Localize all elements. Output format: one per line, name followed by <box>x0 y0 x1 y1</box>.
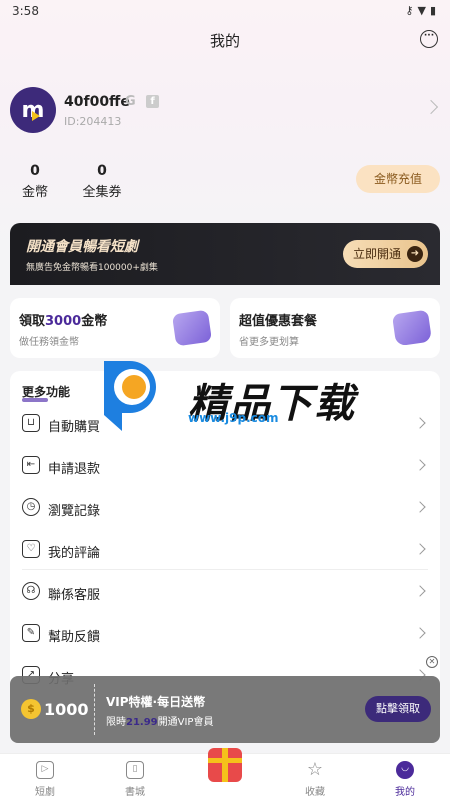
tab-label: 短劇 <box>35 787 55 798</box>
menu-item-label: 瀏覽記錄 <box>48 504 101 519</box>
coins-value: 0 <box>30 163 40 179</box>
status-icons: ⚷▼▮ <box>405 4 440 17</box>
profile-icon: ◡ <box>396 761 414 779</box>
coins-label: 金幣 <box>21 185 48 200</box>
chevron-right-icon <box>414 585 426 597</box>
open-vip-label: 立即開通 <box>353 247 402 261</box>
tab-profile[interactable]: ◡ 我的 <box>360 754 450 801</box>
coin-icon: $ <box>21 699 41 719</box>
menu-item-support[interactable]: ☊ 聯係客服 <box>10 570 440 612</box>
chevron-right-icon <box>414 543 426 555</box>
chevron-right-icon <box>414 627 426 639</box>
facebook-icon: f <box>146 95 159 108</box>
claim-button[interactable]: 點擊領取 <box>365 696 431 722</box>
gift-icon <box>208 748 242 782</box>
message-icon[interactable]: ··· <box>420 30 438 48</box>
arrow-right-icon: ➜ <box>407 246 423 262</box>
tab-short-drama[interactable]: ▷ 短劇 <box>0 754 90 801</box>
tab-label: 我的 <box>395 787 415 798</box>
popup-title: VIP特權·每日送幣 <box>106 695 206 709</box>
play-icon: ▷ <box>36 761 54 779</box>
avatar[interactable]: m <box>10 87 56 133</box>
refund-icon: ⇤ <box>22 456 40 474</box>
tab-label: 收藏 <box>305 787 325 798</box>
popup-price: 21.99 <box>126 717 158 728</box>
cart-icon: ⊔ <box>22 414 40 432</box>
chevron-right-icon <box>414 417 426 429</box>
user-id: ID:204413 <box>64 115 122 128</box>
menu-item-label: 自動購買 <box>48 420 101 435</box>
coins-stat[interactable]: 0 金幣 <box>20 163 50 200</box>
wifi-icon: ▼ <box>417 4 430 17</box>
close-popup-icon[interactable]: ✕ <box>426 656 438 668</box>
page-title: 我的 <box>209 32 240 50</box>
recharge-button[interactable]: 金幣充值 <box>356 165 440 193</box>
tab-favorites[interactable]: ☆ 收藏 <box>270 754 360 801</box>
chevron-right-icon <box>414 501 426 513</box>
key-icon: ⚷ <box>405 4 418 17</box>
comment-icon: ♡ <box>22 540 40 558</box>
package-subtitle: 省更多更划算 <box>239 337 299 348</box>
pass-label: 全集券 <box>82 185 122 200</box>
pass-value: 0 <box>97 163 107 179</box>
menu-item-feedback[interactable]: ✎ 幫助反饋 <box>10 612 440 654</box>
bag-icon <box>391 309 433 347</box>
feedback-icon: ✎ <box>22 624 40 642</box>
clock-icon: ◷ <box>22 498 40 516</box>
pass-stat[interactable]: 0 全集券 <box>80 163 124 200</box>
package-card[interactable]: 超值優惠套餐 省更多更划算 <box>230 298 440 358</box>
status-time: 3:58 <box>12 4 39 18</box>
watermark: 精品下载 www.j9p.com <box>96 357 356 437</box>
menu-item-label: 我的評論 <box>48 546 101 561</box>
vip-banner-title: 開通會員暢看短劇 <box>26 239 138 255</box>
menu-item-refund[interactable]: ⇤ 申請退款 <box>10 444 440 486</box>
headset-icon: ☊ <box>22 582 40 600</box>
menu-item-label: 幫助反饋 <box>48 630 101 645</box>
menu-item-label: 申請退款 <box>48 462 101 477</box>
popup-coin-amount: 1000 <box>44 700 89 719</box>
bottom-tab-bar: ▷ 短劇 ▯ 書城 ☆ 收藏 ◡ 我的 <box>0 748 450 801</box>
watermark-url: www.j9p.com <box>188 411 279 425</box>
menu-item-history[interactable]: ◷ 瀏覽記錄 <box>10 486 440 528</box>
coin-task-subtitle: 做任務領金幣 <box>19 337 79 348</box>
tab-gift[interactable] <box>180 748 270 801</box>
play-icon <box>32 111 40 121</box>
menu-item-label: 聯係客服 <box>48 588 101 603</box>
status-bar: 3:58 ⚷▼▮ <box>0 0 450 22</box>
vip-popup[interactable]: $ 1000 VIP特權·每日送幣 限時21.99開通VIP會員 點擊領取 <box>10 676 440 743</box>
package-title: 超值優惠套餐 <box>239 314 318 329</box>
open-vip-button[interactable]: 立即開通 ➜ <box>343 240 428 268</box>
google-icon: G <box>125 94 136 109</box>
watermark-logo <box>104 361 156 431</box>
battery-icon: ▮ <box>429 4 440 17</box>
coin-task-card[interactable]: 領取3000金幣 做任務領金幣 <box>10 298 220 358</box>
tab-bookstore[interactable]: ▯ 書城 <box>90 754 180 801</box>
chevron-right-icon <box>414 459 426 471</box>
tab-label: 書城 <box>125 787 145 798</box>
vip-banner[interactable]: 開通會員暢看短劇 無廣告免金幣暢看100000+劇集 立即開通 ➜ <box>10 223 440 285</box>
username: 40f00ffe <box>64 94 130 110</box>
coin-task-title: 領取3000金幣 <box>19 314 108 329</box>
wallet-icon <box>171 309 213 347</box>
star-icon: ☆ <box>306 759 324 780</box>
vip-banner-subtitle: 無廣告免金幣暢看100000+劇集 <box>26 263 158 273</box>
more-features-title: 更多功能 <box>22 385 71 402</box>
popup-subtitle: 限時21.99開通VIP會員 <box>106 717 214 728</box>
book-icon: ▯ <box>126 761 144 779</box>
divider <box>94 684 95 735</box>
menu-item-comments[interactable]: ♡ 我的評論 <box>10 528 440 570</box>
